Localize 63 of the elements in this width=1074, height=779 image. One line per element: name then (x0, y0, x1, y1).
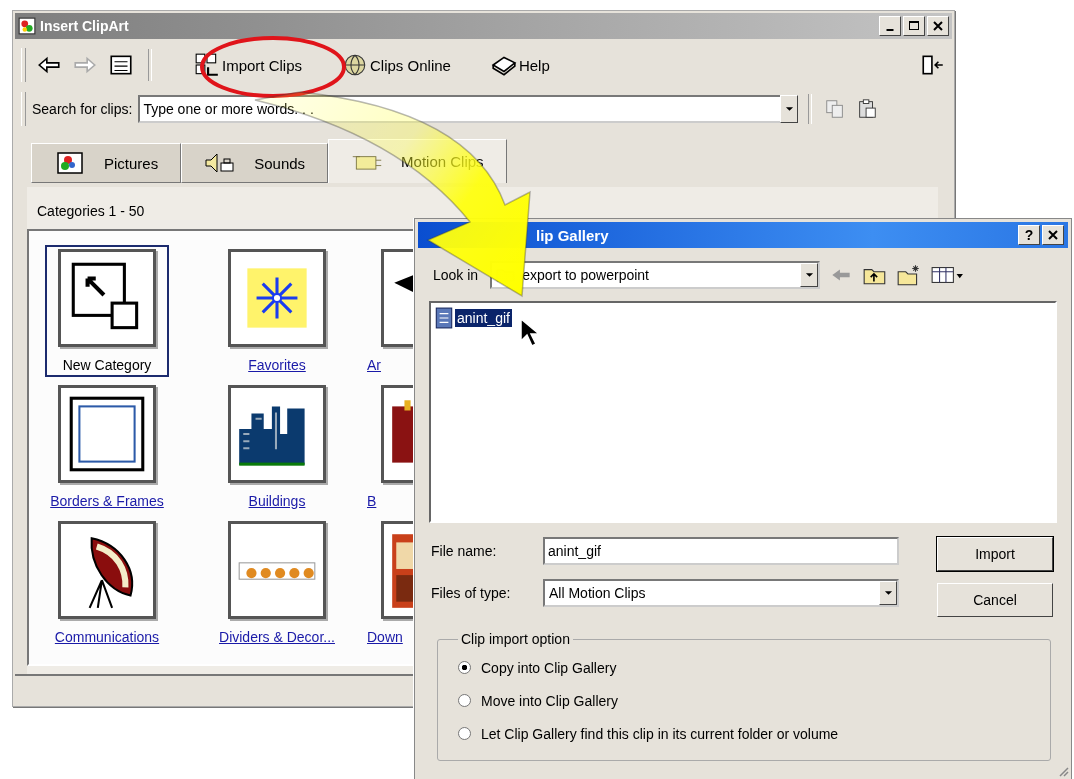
window-title: Insert ClipArt (40, 18, 129, 34)
dropdown-caret-icon (883, 590, 893, 596)
radio-option[interactable]: Copy into Clip Gallery (458, 651, 1030, 684)
dropdown-caret-icon (784, 106, 794, 112)
back-arrow-icon[interactable] (36, 54, 62, 76)
cancel-button[interactable]: Cancel (937, 583, 1053, 617)
radio-option[interactable]: Let Clip Gallery find this clip in its current folder or volume (458, 717, 1030, 750)
search-label: Search for clips: (32, 101, 133, 117)
dropdown-caret-icon (804, 272, 814, 278)
file-name-field[interactable]: anint_gif (543, 537, 899, 565)
category-item[interactable]: Favorites (215, 245, 339, 377)
close-icon (932, 20, 944, 32)
view-menu-icon[interactable] (930, 264, 965, 286)
category-range-label: Categories 1 - 50 (36, 202, 146, 221)
category-item[interactable]: Buildings (215, 381, 339, 513)
pane-toggle-icon[interactable] (920, 54, 946, 76)
help-tool-button[interactable]: Help (486, 50, 554, 80)
category-tab[interactable]: Sounds (181, 143, 329, 183)
speaker-icon (204, 151, 237, 175)
category-label: New Category (62, 357, 152, 373)
list-view-icon[interactable] (108, 54, 134, 76)
group-title: Clip import option (460, 631, 571, 647)
file-icon (435, 307, 453, 329)
category-label[interactable]: Favorites (248, 357, 306, 373)
online-tool-button[interactable]: Clips Online (338, 50, 455, 80)
file-type-label: Files of type: (431, 585, 512, 601)
minimize-icon (886, 29, 894, 31)
category-item[interactable]: Communications (45, 517, 169, 649)
pictures-icon (54, 151, 86, 175)
file-name-label: File name: (431, 543, 498, 559)
category-tab[interactable]: Pictures (31, 143, 182, 183)
dropdown-button[interactable] (780, 95, 799, 123)
help-button[interactable]: ? (1018, 225, 1040, 245)
maximize-icon (908, 20, 920, 32)
radio-button[interactable] (458, 661, 471, 674)
close-button[interactable] (927, 16, 949, 36)
radio-option[interactable]: Move into Clip Gallery (458, 684, 1030, 717)
file-type-dropdown[interactable]: All Motion Clips (543, 579, 899, 607)
category-label[interactable]: B (367, 493, 377, 509)
app-icon (18, 17, 36, 35)
look-in-dropdown[interactable]: export to powerpoint (490, 261, 821, 289)
category-item[interactable]: New Category (45, 245, 169, 377)
maximize-button[interactable] (903, 16, 925, 36)
dialog-title: lip Gallery (535, 226, 609, 244)
category-label[interactable]: Dividers & Decor... (219, 629, 335, 645)
category-label[interactable]: Ar (367, 357, 381, 373)
resize-grip-icon[interactable] (1057, 765, 1069, 777)
category-item[interactable]: Ar (365, 245, 413, 377)
radio-button[interactable] (458, 727, 471, 740)
category-label[interactable]: Down (367, 629, 403, 645)
category-label[interactable]: Buildings (248, 493, 306, 509)
minimize-button[interactable] (879, 16, 901, 36)
category-label[interactable]: Communications (54, 629, 160, 645)
import-icon (194, 52, 220, 78)
close-button[interactable] (1042, 225, 1064, 245)
category-item[interactable]: Dividers & Decor... (215, 517, 339, 649)
category-label[interactable]: Borders & Frames (50, 493, 164, 509)
import-tool-button[interactable]: Import Clips (190, 50, 307, 80)
category-item[interactable]: Borders & Frames (45, 381, 169, 513)
import-button[interactable]: Import (937, 537, 1053, 571)
radio-button[interactable] (458, 694, 471, 707)
look-in-label: Look in (433, 267, 479, 283)
close-icon (1047, 229, 1059, 241)
